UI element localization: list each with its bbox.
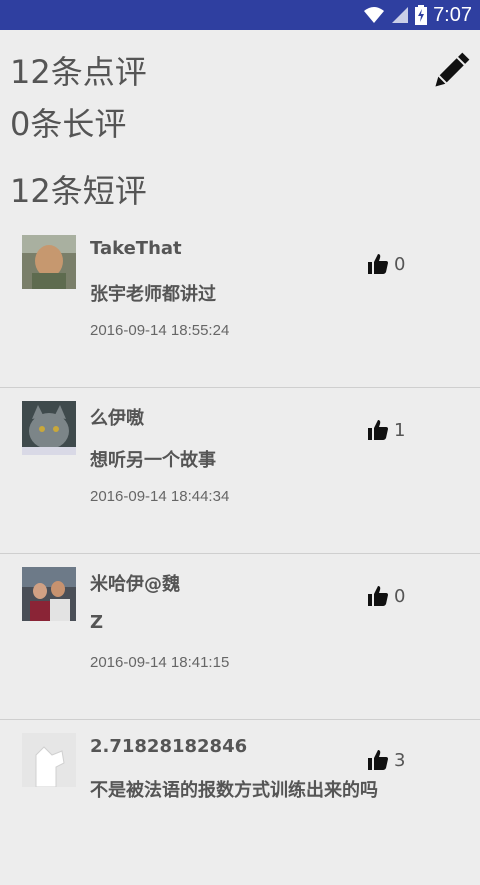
- reviewer-name[interactable]: TakeThat: [90, 238, 182, 259]
- like-count: 0: [394, 585, 406, 607]
- long-reviews-count: 0条长评: [10, 105, 127, 143]
- review-time: 2016-09-14 18:55:24: [90, 322, 230, 339]
- avatar[interactable]: [22, 567, 76, 621]
- like-button[interactable]: 0: [366, 584, 405, 608]
- reviewer-name[interactable]: 2.71828182846: [90, 736, 247, 757]
- avatar[interactable]: [22, 733, 76, 788]
- status-bar: 7:07: [0, 0, 480, 30]
- thumbs-up-icon: [366, 252, 390, 276]
- status-icons: 7:07: [363, 0, 472, 30]
- like-count: 3: [394, 749, 406, 771]
- total-reviews-count: 12条点评: [10, 53, 147, 91]
- thumbs-up-icon: [366, 584, 390, 608]
- like-count: 0: [394, 253, 406, 275]
- review-time: 2016-09-14 18:44:34: [90, 488, 230, 505]
- thumbs-up-icon: [366, 748, 390, 772]
- wifi-icon: [363, 6, 385, 24]
- review-content: Z: [90, 612, 104, 633]
- review-time: 2016-09-14 18:41:15: [90, 654, 230, 671]
- review-content: 不是被法语的报数方式训练出来的吗: [90, 780, 378, 801]
- like-button[interactable]: 1: [366, 418, 405, 442]
- like-button[interactable]: 3: [366, 748, 405, 772]
- avatar[interactable]: [22, 401, 76, 455]
- reviewer-name[interactable]: 米哈伊@魏: [90, 570, 180, 596]
- battery-charging-icon: [415, 5, 428, 25]
- review-content: 想听另一个故事: [90, 450, 216, 471]
- thumbs-up-icon: [366, 418, 390, 442]
- avatar[interactable]: [22, 235, 76, 289]
- like-button[interactable]: 0: [366, 252, 405, 276]
- signal-icon: [391, 6, 409, 24]
- reviewer-name[interactable]: 么伊嗷: [90, 404, 144, 430]
- like-count: 1: [394, 419, 406, 441]
- short-reviews-count: 12条短评: [10, 172, 147, 210]
- status-time: 7:07: [433, 3, 472, 26]
- pencil-icon[interactable]: [428, 48, 474, 94]
- review-content: 张宇老师都讲过: [90, 284, 216, 305]
